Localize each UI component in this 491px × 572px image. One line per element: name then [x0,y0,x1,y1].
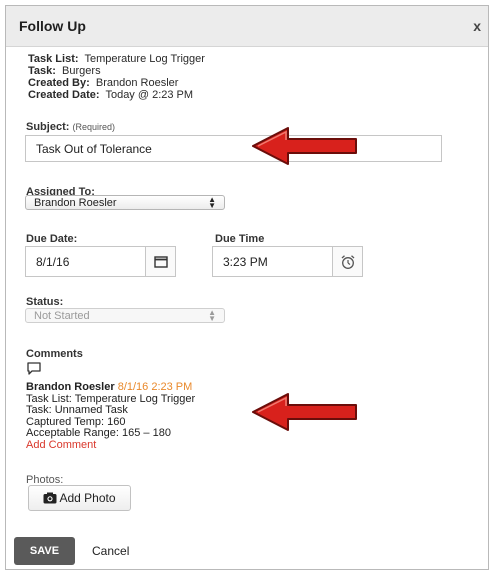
comment-entry: Brandon Roesler 8/1/16 2:23 PM Task List… [26,381,195,452]
status-select[interactable]: Not Started ▲ ▼ [25,308,225,323]
subject-input[interactable]: Task Out of Tolerance [25,135,442,162]
subject-label: Subject: (Required) [26,121,115,133]
status-selected: Not Started [34,309,90,322]
comment-timestamp: 8/1/16 2:23 PM [117,381,193,393]
created-date-label: Created Date: [28,89,100,101]
due-date-value: 8/1/16 [36,254,70,269]
clock-button[interactable] [333,246,363,277]
add-photo-label: Add Photo [59,491,116,505]
task-list-label: Task List: [28,53,79,65]
assigned-to-selected: Brandon Roesler [34,196,117,209]
close-button[interactable]: x [473,18,481,34]
created-date-value: Today @ 2:23 PM [105,89,194,101]
alarm-clock-icon [341,254,354,269]
task-meta: Task List: Temperature Log Trigger Task:… [28,53,205,101]
dialog-header: Follow Up x [6,6,488,47]
comment-line: Acceptable Range: 165 – 180 [26,427,171,439]
required-note: (Required) [72,122,115,132]
created-by-label: Created By: [28,77,90,89]
subject-value: Task Out of Tolerance [36,141,152,156]
add-photo-button[interactable]: Add Photo [28,485,131,511]
task-list-value: Temperature Log Trigger [84,53,205,65]
camera-icon [43,492,57,504]
comment-line: Task: Unnamed Task [26,404,128,416]
task-value: Burgers [62,65,101,77]
comment-author: Brandon Roesler [26,381,115,393]
calendar-icon [153,256,168,268]
due-time-label: Due Time [215,233,265,245]
status-label: Status: [26,296,64,308]
add-comment-link[interactable]: Add Comment [26,439,195,452]
due-time-value: 3:23 PM [223,254,268,269]
assigned-to-select[interactable]: Brandon Roesler ▲ ▼ [25,195,225,210]
follow-up-dialog: Follow Up x Task List: Temperature Log T… [5,5,489,570]
dialog-title: Follow Up [19,18,86,34]
up-down-arrows-icon: ▲ ▼ [208,307,216,323]
subject-label-text: Subject: [26,121,70,133]
up-down-arrows-icon: ▲ ▼ [208,194,216,210]
created-by-value: Brandon Roesler [95,77,179,89]
annotation-arrow-left [252,127,357,165]
speech-bubble-icon[interactable] [27,362,41,375]
cancel-button[interactable]: Cancel [92,544,129,558]
task-label: Task: [28,65,56,77]
due-date-label: Due Date: [26,233,78,245]
due-date-input[interactable]: 8/1/16 [25,246,146,277]
calendar-button[interactable] [146,246,176,277]
comments-label: Comments [26,348,83,360]
due-time-input[interactable]: 3:23 PM [212,246,333,277]
save-button[interactable]: SAVE [14,537,75,565]
annotation-arrow-left [252,393,357,431]
